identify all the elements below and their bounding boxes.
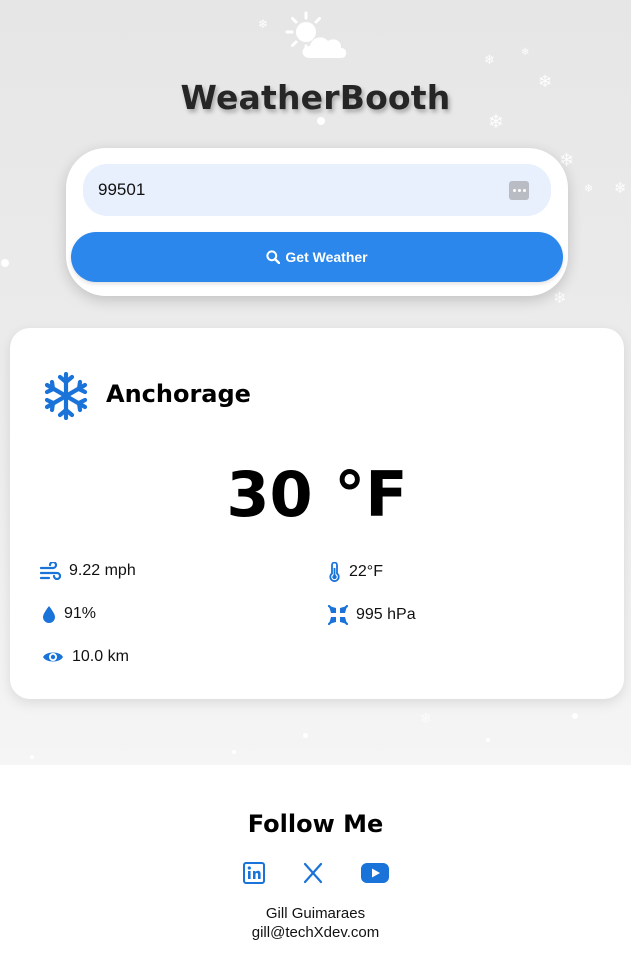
wind-stat: 9.22 mph — [40, 562, 136, 580]
sun-cloud-icon — [285, 11, 347, 58]
droplet-icon — [43, 606, 55, 623]
pressure-value: 995 hPa — [356, 606, 416, 623]
social-links — [0, 859, 631, 887]
author-name: Gill Guimaraes — [265, 905, 366, 922]
author-email[interactable]: gill@techXdev.com — [0, 924, 631, 941]
snow-dot — [486, 738, 490, 742]
snowflake-decoration-icon: ❄ — [420, 711, 432, 727]
humidity-value: 91% — [64, 605, 97, 622]
snow-dot — [303, 733, 308, 738]
compress-icon — [328, 605, 348, 625]
weather-card: Anchorage 30 °F 9.22 mph 22°F 91% 995 hP… — [10, 328, 624, 699]
feels-like-stat: 22°F — [328, 562, 383, 582]
snowflake-decoration-icon: ❄ — [484, 53, 495, 68]
app-title: WeatherBooth — [180, 78, 451, 117]
zip-code-input[interactable] — [83, 164, 551, 216]
snowflake-decoration-icon: ❄ — [521, 47, 530, 58]
autofill-key-icon[interactable] — [509, 181, 529, 200]
snowflake-decoration-icon: ❄ — [553, 288, 567, 307]
snowflake-decoration-icon: ❄ — [614, 179, 627, 197]
wind-icon — [40, 562, 61, 580]
snow-dot — [232, 750, 236, 754]
humidity-stat: 91% — [42, 605, 96, 623]
wind-value: 9.22 mph — [69, 562, 136, 579]
city-name: Anchorage — [106, 380, 251, 408]
snow-dot — [30, 755, 34, 759]
pressure-stat: 995 hPa — [328, 605, 416, 625]
eye-icon — [43, 652, 63, 662]
snowflake-decoration-icon: ❄ — [258, 17, 269, 31]
snowflake-icon — [44, 372, 88, 420]
snow-dot — [572, 713, 578, 719]
search-card: Get Weather — [66, 148, 568, 296]
temperature: 30 °F — [226, 458, 408, 531]
x-twitter-icon[interactable] — [302, 859, 326, 887]
zip-input-container — [83, 164, 551, 216]
thermometer-icon — [329, 562, 340, 582]
get-weather-button[interactable]: Get Weather — [71, 232, 563, 282]
search-icon — [266, 250, 281, 264]
snow-dot — [317, 117, 325, 125]
snowflake-decoration-icon: ❄ — [584, 182, 594, 195]
visibility-value: 10.0 km — [72, 648, 129, 665]
youtube-icon[interactable] — [360, 859, 389, 887]
visibility-stat: 10.0 km — [42, 648, 129, 666]
snow-dot — [1, 259, 9, 267]
linkedin-icon[interactable] — [242, 859, 267, 887]
get-weather-label: Get Weather — [285, 249, 368, 265]
footer-title: Follow Me — [247, 810, 384, 838]
feels-like-value: 22°F — [349, 563, 383, 580]
